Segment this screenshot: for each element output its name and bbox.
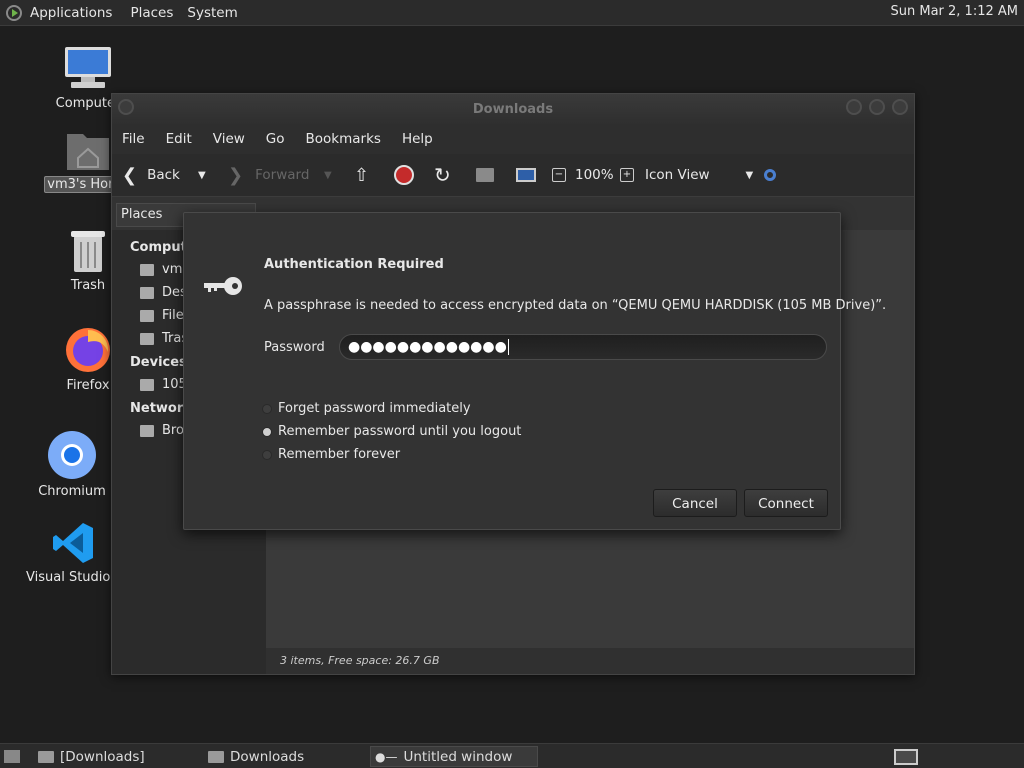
minimize-button[interactable] (846, 99, 862, 115)
workspace-switcher[interactable] (894, 746, 924, 767)
key-small-icon: ●— (375, 749, 398, 764)
menu-bookmarks[interactable]: Bookmarks (306, 131, 381, 147)
search-icon (764, 169, 776, 181)
zoom-out-icon: − (552, 168, 566, 182)
menu-system[interactable]: System (187, 5, 237, 21)
harddisk-icon (140, 378, 154, 391)
window-titlebar[interactable]: Downloads (112, 94, 914, 124)
password-input[interactable]: ●●●●●●●●●●●●● (339, 334, 827, 360)
home-folder-icon (67, 134, 109, 170)
menubar: File Edit View Go Bookmarks Help (112, 124, 914, 154)
radio-indicator (262, 449, 272, 460)
sidebar-section-devices: Devices (130, 355, 187, 370)
toolbar: ❮ Back ▼ ❯ Forward ▼ ⇧ ↻ − 100% + Icon V… (112, 154, 914, 196)
chevron-down-icon: ▼ (745, 169, 754, 181)
menu-edit[interactable]: Edit (166, 131, 192, 147)
text-cursor (507, 339, 509, 355)
back-button[interactable]: ❮ Back (122, 154, 180, 196)
zoom-out-button[interactable]: − (552, 154, 566, 196)
taskbar-item-untitled-window[interactable]: ●— Untitled window (370, 746, 538, 767)
dialog-heading: Authentication Required (264, 257, 444, 272)
top-panel: Applications Places System Sun Mar 2, 1:… (0, 0, 1024, 26)
home-button[interactable] (476, 154, 494, 196)
vscode-icon (53, 523, 93, 563)
key-icon (204, 277, 242, 295)
zoom-level[interactable]: 100% (575, 154, 614, 196)
forward-history-dropdown[interactable]: ▼ (324, 154, 332, 196)
show-desktop-button[interactable] (2, 746, 24, 767)
bottom-panel: [Downloads] Downloads ●— Untitled window (0, 743, 1024, 768)
zoom-in-icon: + (620, 168, 634, 182)
search-button[interactable] (764, 154, 776, 196)
radio-indicator (262, 403, 272, 414)
taskbar-item-downloads-minimized[interactable]: [Downloads] (32, 746, 200, 767)
taskbar-item-downloads[interactable]: Downloads (202, 746, 368, 767)
menu-places[interactable]: Places (130, 5, 173, 21)
cancel-button[interactable]: Cancel (653, 489, 737, 517)
menu-view[interactable]: View (213, 131, 245, 147)
arrow-left-icon: ❮ (122, 164, 138, 186)
home-folder-small-icon (476, 168, 494, 182)
trash-icon (71, 231, 105, 272)
connect-button[interactable]: Connect (744, 489, 828, 517)
network-icon (140, 424, 154, 437)
monitor-icon (516, 168, 536, 182)
menu-file[interactable]: File (122, 131, 145, 147)
computer-button[interactable] (516, 154, 536, 196)
zoom-in-button[interactable]: + (620, 154, 634, 196)
view-mode-select[interactable]: Icon View ▼ (645, 154, 753, 196)
arrow-right-icon: ❯ (228, 164, 244, 186)
firefox-icon (66, 328, 110, 372)
reload-icon[interactable]: ↻ (434, 154, 451, 196)
show-desktop-icon (4, 750, 20, 763)
menu-help[interactable]: Help (402, 131, 433, 147)
desktop-icon (140, 286, 154, 299)
desktop-icon-vscode[interactable]: Visual Studio Code (24, 520, 126, 589)
password-value: ●●●●●●●●●●●●● (348, 339, 507, 355)
radio-remember-forever[interactable]: Remember forever (262, 447, 400, 462)
stop-button[interactable] (394, 154, 414, 196)
desktop-icon-chromium[interactable]: Chromium (22, 430, 122, 503)
maximize-button[interactable] (869, 99, 885, 115)
stop-icon (394, 165, 414, 185)
clock[interactable]: Sun Mar 2, 1:12 AM (891, 4, 1019, 19)
window-title: Downloads (472, 102, 554, 117)
radio-remember-until-logout[interactable]: Remember password until you logout (262, 424, 521, 439)
radio-forget-immediately[interactable]: Forget password immediately (262, 401, 471, 416)
distro-logo-icon[interactable] (6, 4, 22, 21)
password-label: Password (264, 340, 325, 355)
chromium-icon (48, 431, 96, 479)
computer-icon (65, 47, 111, 88)
dialog-message: A passphrase is needed to access encrypt… (264, 298, 887, 313)
status-bar: 3 items, Free space: 26.7 GB (266, 648, 914, 674)
menu-applications[interactable]: Applications (30, 5, 112, 21)
folder-icon (208, 750, 224, 763)
close-button[interactable] (892, 99, 908, 115)
radio-indicator-selected (262, 426, 272, 437)
forward-button[interactable]: ❯ Forward (228, 154, 309, 196)
authentication-dialog: Authentication Required A passphrase is … (183, 212, 886, 530)
drive-icon (140, 309, 154, 322)
up-arrow-icon[interactable]: ⇧ (354, 154, 369, 196)
back-history-dropdown[interactable]: ▼ (198, 154, 206, 196)
folder-icon (38, 750, 54, 763)
trash-small-icon (140, 332, 154, 345)
menu-go[interactable]: Go (266, 131, 285, 147)
workspace-icon (894, 748, 918, 765)
home-folder-small-icon (140, 263, 154, 276)
